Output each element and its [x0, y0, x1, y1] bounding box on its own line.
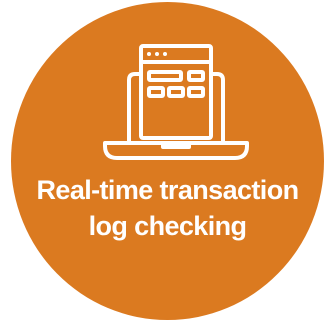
- caption-line-1: Real-time transaction: [36, 175, 300, 205]
- caption-line-2: log checking: [88, 211, 247, 241]
- badge: Real-time transaction log checking: [0, 0, 324, 327]
- laptop-browser-window-icon: [103, 44, 249, 160]
- caption: Real-time transaction log checking: [11, 172, 324, 244]
